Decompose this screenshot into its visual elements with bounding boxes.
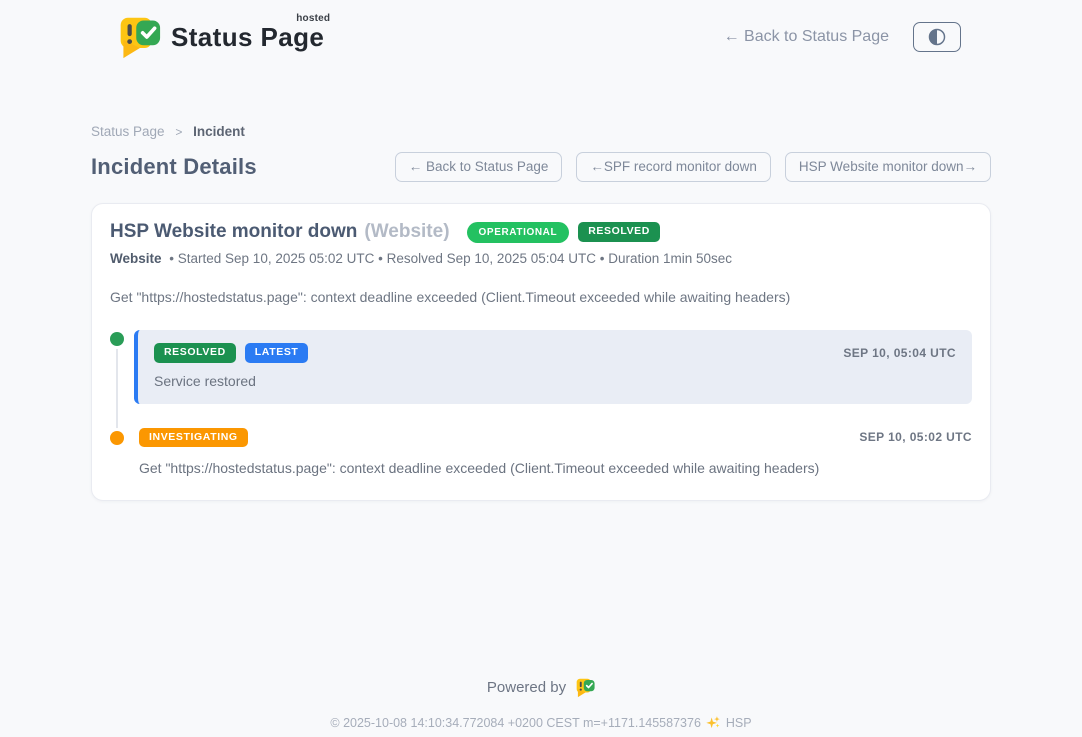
timeline-dot-column [110,330,134,404]
breadcrumb-separator: > [175,125,182,139]
timeline-resolved-badge: RESOLVED [154,343,236,363]
main-content: Status Page > Incident Incident Details … [91,124,991,501]
resolved-badge: RESOLVED [578,222,660,242]
incident-meta: Website • Started Sep 10, 2025 05:02 UTC… [110,251,972,266]
incident-title-row: HSP Website monitor down (Website) OPERA… [110,221,972,243]
footer: Powered by © 2025-10-08 14:10:34.772084 … [0,677,1082,730]
header: Status Page hosted ← Back to Status Page [91,0,991,60]
incident-timeline: RESOLVED LATEST SEP 10, 05:04 UTC Servic… [110,330,972,476]
timeline-connector-line [116,342,118,438]
timeline-latest-badge: LATEST [245,343,309,363]
green-status-dot [110,332,124,346]
page-title: Incident Details [91,154,257,180]
incident-title: HSP Website monitor down [110,221,357,243]
meta-component-name: Website [110,251,162,266]
prev-incident-button[interactable]: ←SPF record monitor down [576,152,771,182]
meta-details: • Started Sep 10, 2025 05:02 UTC • Resol… [169,251,732,266]
powered-by-label: Powered by [487,679,566,696]
copyright-brand: HSP [726,716,752,730]
incident-nav-buttons: ← Back to Status Page ←SPF record monito… [395,152,991,182]
timeline-timestamp: SEP 10, 05:04 UTC [843,346,956,360]
breadcrumb-incident: Incident [193,124,245,139]
theme-toggle-button[interactable] [913,22,961,52]
timeline-entry-resolved: RESOLVED LATEST SEP 10, 05:04 UTC Servic… [110,330,972,404]
logo-superscript: hosted [296,14,330,24]
incident-description: Get "https://hostedstatus.page": context… [110,289,972,305]
orange-status-dot [110,431,124,445]
timeline-entry-header: RESOLVED LATEST SEP 10, 05:04 UTC [154,343,956,363]
timeline-entry-body: INVESTIGATING SEP 10, 05:02 UTC Get "htt… [134,428,972,477]
half-circle-contrast-icon [926,26,948,48]
timeline-entry-header: INVESTIGATING SEP 10, 05:02 UTC [139,428,972,448]
timeline-investigating-badge: INVESTIGATING [139,428,248,448]
breadcrumb: Status Page > Incident [91,124,991,139]
powered-by-link[interactable]: Powered by [487,677,595,698]
sparkles-icon [706,715,721,730]
header-right: ← Back to Status Page [724,22,961,52]
operational-badge: OPERATIONAL [467,222,570,243]
copyright-text: © 2025-10-08 14:10:34.772084 +0200 CEST … [330,716,701,730]
incident-component: (Website) [364,221,449,243]
timeline-entry-investigating: INVESTIGATING SEP 10, 05:02 UTC Get "htt… [110,428,972,477]
title-row: Incident Details ← Back to Status Page ←… [91,152,991,182]
timeline-dot-column [110,428,134,477]
copyright-line: © 2025-10-08 14:10:34.772084 +0200 CEST … [0,715,1082,730]
breadcrumb-status-page[interactable]: Status Page [91,124,165,139]
logo-brand-text: Status Page hosted [171,24,324,50]
app-logo[interactable]: Status Page hosted [117,14,324,60]
status-page-logo-icon [575,677,595,698]
logo-brand-label: Status Page [171,22,324,52]
header-back-link[interactable]: ← Back to Status Page [724,28,889,46]
timeline-message: Service restored [154,373,956,389]
timeline-timestamp: SEP 10, 05:02 UTC [859,430,972,444]
back-to-status-page-button[interactable]: ← Back to Status Page [395,152,563,182]
timeline-entry-highlight-box: RESOLVED LATEST SEP 10, 05:04 UTC Servic… [134,330,972,404]
next-incident-button[interactable]: HSP Website monitor down→ [785,152,991,182]
status-page-logo-icon [117,14,161,60]
incident-card: HSP Website monitor down (Website) OPERA… [91,203,991,501]
timeline-message: Get "https://hostedstatus.page": context… [139,460,972,476]
incident-badges: OPERATIONAL RESOLVED [467,222,660,243]
